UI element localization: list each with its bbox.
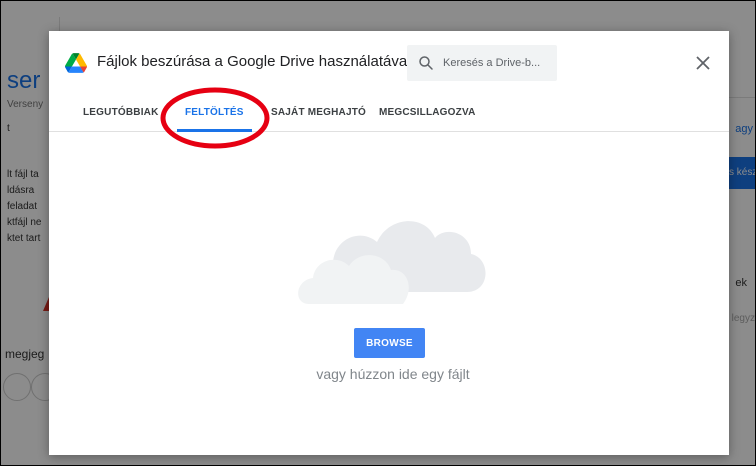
cloud-illustration [298, 221, 486, 304]
google-drive-icon [65, 53, 87, 73]
tab-upload[interactable]: FELTÖLTÉS [177, 97, 252, 132]
browse-button[interactable]: BROWSE [354, 328, 425, 358]
drive-search-box[interactable] [407, 45, 557, 81]
search-icon[interactable] [417, 54, 435, 72]
dialog-tabs: LEGUTÓBBIAK FELTÖLTÉS SAJÁT MEGHAJTÓ MEG… [49, 97, 729, 132]
tab-starred[interactable]: MEGCSILLAGOZVA [379, 97, 476, 131]
screenshot-frame: ser Verseny t lt fájl ta ldásra feladat … [0, 0, 756, 466]
drop-hint-text: vagy húzzon ide egy fájlt [316, 366, 470, 382]
drive-picker-dialog: Fájlok beszúrása a Google Drive használa… [49, 31, 729, 455]
tab-recent[interactable]: LEGUTÓBBIAK [83, 97, 159, 131]
dialog-title: Fájlok beszúrása a Google Drive használa… [97, 53, 411, 70]
search-input[interactable] [443, 53, 555, 73]
tab-my-drive[interactable]: SAJÁT MEGHAJTÓ [271, 97, 366, 131]
upload-drop-zone[interactable]: BROWSE vagy húzzon ide egy fájlt [49, 132, 729, 455]
close-icon[interactable] [691, 51, 715, 75]
dialog-header: Fájlok beszúrása a Google Drive használa… [49, 31, 729, 97]
